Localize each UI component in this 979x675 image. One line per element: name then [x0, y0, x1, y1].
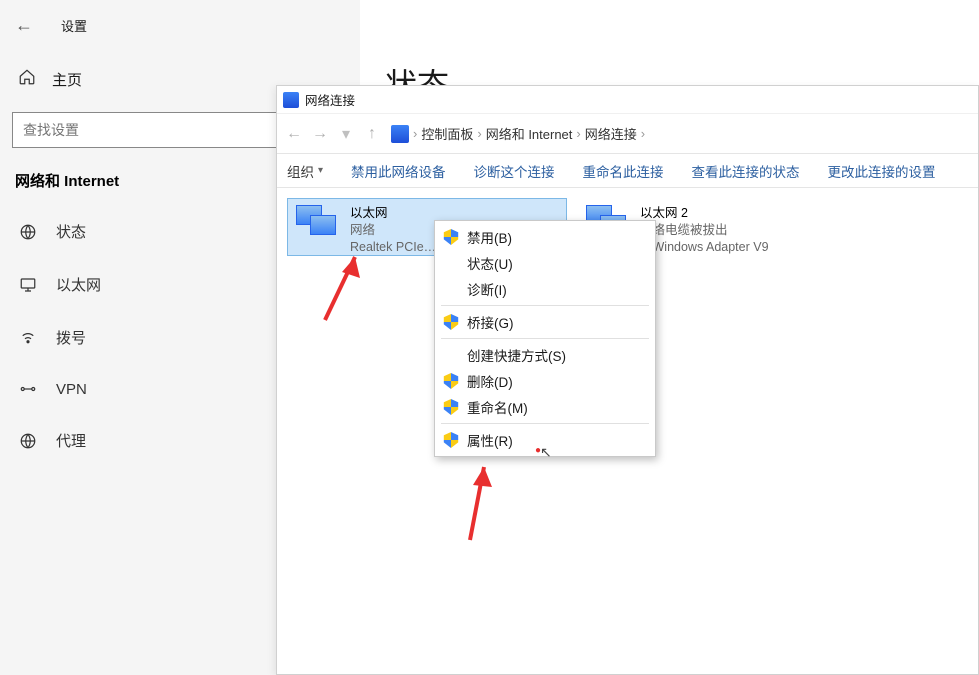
shield-icon: [443, 229, 459, 245]
spacer-icon: [443, 281, 459, 297]
cm-disable-label: 禁用(B): [467, 227, 512, 247]
cm-delete-label: 删除(D): [467, 371, 513, 391]
chevron-down-icon: ▾: [318, 165, 323, 176]
adapter-info: 以太网 2 网络电缆被拔出 P-Windows Adapter V9: [640, 205, 769, 249]
adapter-status: 网络电缆被拔出: [640, 222, 769, 239]
adapters-area: 以太网 网络 Realtek PCIe… 以太网 2 网络电缆被拔出 P-Win…: [277, 188, 978, 674]
nav-dialup-label: 拨号: [56, 327, 86, 348]
menu-separator: [441, 423, 649, 424]
crumb-network-internet[interactable]: 网络和 Internet: [486, 124, 573, 143]
toolbar-change-settings[interactable]: 更改此连接的设置: [828, 161, 936, 181]
spacer-icon: [443, 255, 459, 271]
toolbar-rename[interactable]: 重命名此连接: [583, 161, 664, 181]
network-connections-window: 网络连接 ← → ▾ ↑ › 控制面板 › 网络和 Internet › 网络连…: [276, 85, 979, 675]
nav-vpn-label: VPN: [56, 381, 87, 398]
toolbar-view-status[interactable]: 查看此连接的状态: [692, 161, 800, 181]
adapter-name: 以太网 2: [640, 205, 769, 222]
settings-title: 设置: [61, 16, 87, 35]
nav-ethernet-label: 以太网: [56, 274, 101, 295]
adapter-icon: [296, 205, 340, 245]
dialup-icon: [18, 329, 38, 347]
explorer-toolbar: 组织 ▾ 禁用此网络设备 诊断这个连接 重命名此连接 查看此连接的状态 更改此连…: [277, 154, 978, 188]
shield-icon: [443, 399, 459, 415]
toolbar-disable-device[interactable]: 禁用此网络设备: [351, 161, 446, 181]
breadcrumb: › 控制面板 › 网络和 Internet › 网络连接 ›: [391, 124, 645, 143]
adapter-context-menu: 禁用(B) 状态(U) 诊断(I) 桥接(G) 创建快捷方式(S): [434, 220, 656, 457]
adapter-info: 以太网 网络 Realtek PCIe…: [350, 205, 436, 249]
cm-diagnose-label: 诊断(I): [467, 279, 507, 299]
ethernet-icon: [18, 276, 38, 294]
explorer-title: 网络连接: [305, 90, 355, 109]
proxy-icon: [18, 432, 38, 450]
cm-shortcut-label: 创建快捷方式(S): [467, 345, 566, 365]
nav-up-icon[interactable]: ↑: [361, 125, 383, 143]
adapter-name: 以太网: [350, 205, 436, 222]
cm-properties-label: 属性(R): [467, 430, 513, 450]
home-label: 主页: [52, 69, 82, 90]
nav-buttons: ← → ▾ ↑: [283, 124, 383, 144]
cm-rename[interactable]: 重命名(M): [437, 394, 653, 420]
toolbar-diagnose[interactable]: 诊断这个连接: [474, 161, 555, 181]
cm-status[interactable]: 状态(U): [437, 250, 653, 276]
adapter-status: 网络: [350, 222, 436, 239]
nav-fwd-icon[interactable]: →: [309, 125, 331, 143]
nav-dropdown-icon[interactable]: ▾: [335, 124, 357, 144]
shield-icon: [443, 373, 459, 389]
cm-status-label: 状态(U): [467, 253, 513, 273]
network-connections-icon: [283, 92, 299, 108]
nav-back-icon[interactable]: ←: [283, 125, 305, 143]
vpn-icon: [18, 380, 38, 398]
crumb-network-connections[interactable]: 网络连接: [585, 124, 637, 143]
cm-bridge-label: 桥接(G): [467, 312, 514, 332]
explorer-titlebar: 网络连接: [277, 86, 978, 114]
menu-separator: [441, 338, 649, 339]
shield-icon: [443, 314, 459, 330]
shield-icon: [443, 432, 459, 448]
settings-header: ← 设置: [0, 0, 360, 50]
adapter-device: Realtek PCIe…: [350, 239, 436, 256]
breadcrumb-sep: ›: [413, 126, 417, 141]
cm-delete[interactable]: 删除(D): [437, 368, 653, 394]
menu-separator: [441, 305, 649, 306]
adapter-device: P-Windows Adapter V9: [640, 239, 769, 256]
nav-status-label: 状态: [56, 221, 86, 242]
nav-proxy-label: 代理: [56, 430, 86, 451]
cm-bridge[interactable]: 桥接(G): [437, 309, 653, 335]
cm-disable[interactable]: 禁用(B): [437, 224, 653, 250]
breadcrumb-sep: ›: [477, 126, 481, 141]
breadcrumb-root-icon[interactable]: [391, 125, 409, 143]
toolbar-organize-label: 组织: [287, 161, 314, 181]
home-icon: [18, 68, 36, 90]
cm-rename-label: 重命名(M): [467, 397, 528, 417]
cm-create-shortcut[interactable]: 创建快捷方式(S): [437, 342, 653, 368]
crumb-control-panel[interactable]: 控制面板: [421, 124, 473, 143]
cm-properties[interactable]: 属性(R): [437, 427, 653, 453]
toolbar-organize[interactable]: 组织 ▾: [287, 161, 323, 181]
back-arrow-icon[interactable]: ←: [15, 15, 33, 36]
explorer-address-bar: ← → ▾ ↑ › 控制面板 › 网络和 Internet › 网络连接 ›: [277, 114, 978, 154]
cm-diagnose[interactable]: 诊断(I): [437, 276, 653, 302]
spacer-icon: [443, 347, 459, 363]
breadcrumb-sep: ›: [641, 126, 645, 141]
status-icon: [18, 223, 38, 241]
breadcrumb-sep: ›: [576, 126, 580, 141]
